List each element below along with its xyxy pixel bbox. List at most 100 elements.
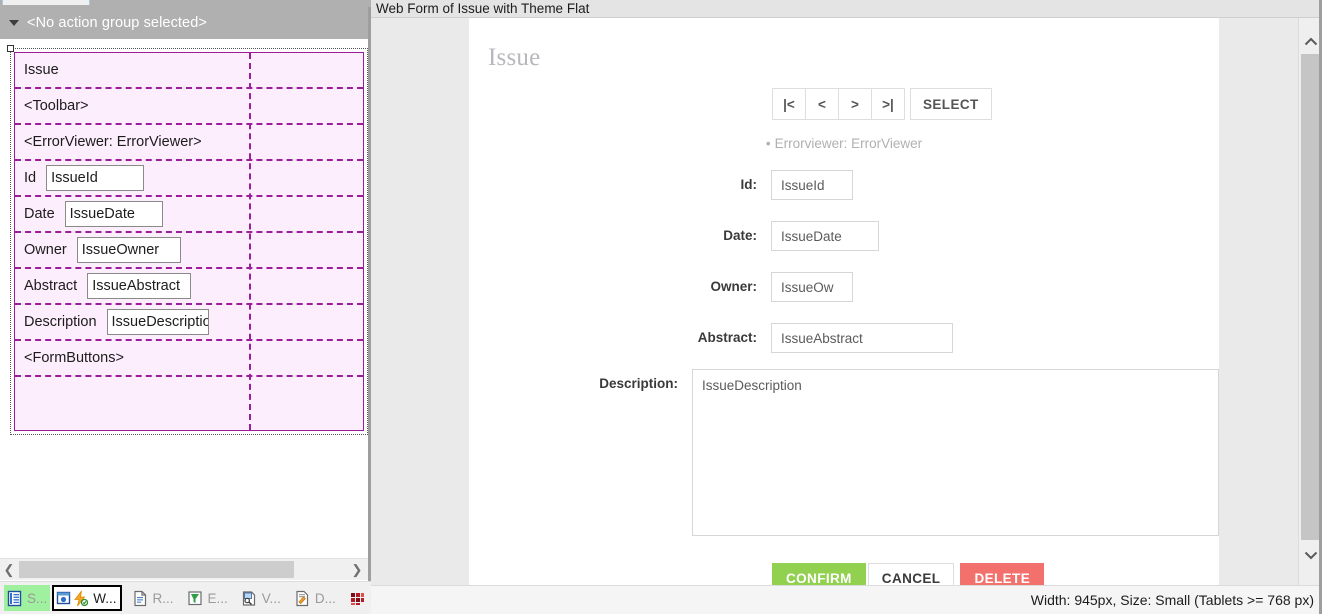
designer-row-formbuttons[interactable]: <FormButtons>: [15, 341, 363, 377]
field-control-date: IssueDate: [771, 221, 879, 251]
designer-row-description[interactable]: Description IssueDescription: [15, 305, 363, 341]
view-tab-entity[interactable]: E...: [185, 585, 231, 611]
field-label-abstract: Abstract:: [697, 330, 757, 345]
designer-row-owner[interactable]: Owner IssueOwner: [15, 233, 363, 269]
view-tab-label: D...: [314, 590, 336, 606]
field-control-owner: IssueOw: [771, 272, 853, 302]
designer-cell-label: Id: [24, 170, 37, 186]
field-row-date: Date: IssueDate: [469, 221, 1219, 251]
field-control-abstract: IssueAbstract: [771, 323, 953, 353]
field-label-id: Id:: [740, 177, 758, 192]
designer-cell-label: Issue: [24, 62, 59, 78]
field-row-abstract: Abstract: IssueAbstract: [469, 323, 1219, 353]
errorviewer-text: Errorviewer: ErrorViewer: [774, 136, 923, 151]
chevron-down-icon[interactable]: [9, 20, 19, 26]
designer-row-empty[interactable]: [15, 377, 363, 413]
description-textarea[interactable]: IssueDescription: [692, 369, 1219, 536]
designer-cell-label: <FormButtons>: [24, 350, 124, 366]
delete-button[interactable]: DELETE: [960, 563, 1045, 585]
designer-row-date[interactable]: Date IssueDate: [15, 197, 363, 233]
view-tab-report[interactable]: R...: [130, 585, 177, 611]
view-tab-label: V...: [261, 590, 281, 606]
preview-title: Web Form of Issue with Theme Flat: [376, 0, 590, 16]
designer-resize-handle[interactable]: [7, 45, 14, 52]
record-navigation-toolbar: |< < > >| SELECT: [772, 88, 992, 120]
web-form-icon: [56, 590, 73, 607]
source-document-icon: [6, 590, 23, 607]
designer-top-tab[interactable]: [2, 0, 90, 5]
date-input[interactable]: IssueDate: [771, 221, 879, 251]
designer-cell-label: <Toolbar>: [24, 98, 89, 114]
designer-row-toolbar[interactable]: <Toolbar>: [15, 89, 363, 125]
view-tab-label: S...: [27, 590, 48, 606]
designer-cell-label: Owner: [24, 242, 67, 258]
previous-record-button[interactable]: <: [805, 88, 839, 120]
confirm-button[interactable]: CONFIRM: [772, 563, 866, 585]
designer-layout-table[interactable]: Issue <Toolbar> <ErrorViewer: ErrorViewe…: [14, 52, 364, 431]
designer-row-abstract[interactable]: Abstract IssueAbstract: [15, 269, 363, 305]
form-heading: Issue: [488, 44, 541, 71]
designer-row-issue[interactable]: Issue: [15, 53, 363, 89]
view-tab-view[interactable]: V...: [239, 585, 284, 611]
form-action-buttons: CONFIRM CANCEL DELETE: [772, 563, 1045, 585]
field-label-owner: Owner:: [710, 279, 757, 294]
report-icon: [132, 590, 149, 607]
designer-horizontal-scrollbar[interactable]: ❮ ❯: [0, 558, 371, 580]
view-tab-source[interactable]: S...: [4, 585, 51, 611]
designer-form-container[interactable]: Issue <Toolbar> <ErrorViewer: ErrorViewe…: [7, 45, 368, 435]
field-control-description: IssueDescription: [692, 369, 1219, 536]
view-tab-bar: S... W... R... E... V... D...: [0, 581, 388, 614]
id-input[interactable]: IssueId: [771, 170, 853, 200]
palette-icon: [349, 590, 366, 607]
designer-cell-label: <ErrorViewer: ErrorViewer>: [24, 134, 202, 150]
web-form-preview-pane: Web Form of Issue with Theme Flat Issue …: [371, 0, 1322, 614]
designer-canvas[interactable]: Issue <Toolbar> <ErrorViewer: ErrorViewe…: [0, 39, 371, 558]
view-tab-label: W...: [93, 590, 117, 606]
field-row-owner: Owner: IssueOw: [469, 272, 1219, 302]
application-window: <No action group selected> Issue <Toolba…: [0, 0, 1322, 614]
designer-cell-label: Description: [24, 314, 97, 330]
designer-hscroll-thumb[interactable]: [19, 561, 294, 578]
next-record-button[interactable]: >: [838, 88, 872, 120]
view-tab-web-form[interactable]: W...: [52, 585, 122, 611]
designer-row-errorviewer[interactable]: <ErrorViewer: ErrorViewer>: [15, 125, 363, 161]
bullet-icon: •: [765, 136, 771, 151]
designer-row-id[interactable]: Id IssueId: [15, 161, 363, 197]
nav-button-group: |< < > >|: [772, 88, 905, 120]
last-record-button[interactable]: >|: [871, 88, 905, 120]
field-row-description: Description: IssueDescription: [469, 369, 1219, 536]
preview-title-bar: Web Form of Issue with Theme Flat: [371, 0, 1322, 18]
status-bar: Width: 945px, Size: Small (Tablets >= 76…: [371, 585, 1322, 614]
document-edit-icon: [294, 590, 311, 607]
lightning-bolt-icon: [72, 590, 89, 607]
field-control-id: IssueId: [771, 170, 853, 200]
owner-input[interactable]: IssueOw: [771, 272, 853, 302]
chevron-left-icon[interactable]: ❮: [0, 559, 18, 580]
preview-body[interactable]: Issue |< < > >| SELECT • Errorviewer: Err…: [371, 18, 1322, 585]
designer-cell-label: Abstract: [24, 278, 78, 294]
errorviewer-placeholder: • Errorviewer: ErrorViewer: [469, 136, 1219, 151]
chevron-right-icon[interactable]: ❯: [348, 559, 366, 580]
abstract-input[interactable]: IssueAbstract: [771, 323, 953, 353]
field-label-description: Description:: [599, 376, 678, 391]
designer-field-description[interactable]: IssueDescription: [106, 309, 209, 335]
designer-field-owner[interactable]: IssueOwner: [76, 237, 181, 263]
form-designer-pane: <No action group selected> Issue <Toolba…: [0, 0, 388, 614]
preview-vscroll-thumb[interactable]: [1301, 54, 1320, 540]
designer-field-abstract[interactable]: IssueAbstract: [87, 273, 192, 299]
view-tab-document[interactable]: D...: [292, 585, 339, 611]
view-icon: [241, 590, 258, 607]
designer-field-id[interactable]: IssueId: [46, 165, 145, 191]
select-button[interactable]: SELECT: [910, 88, 992, 120]
field-label-date: Date:: [723, 228, 757, 243]
entity-diagram-icon: [187, 590, 204, 607]
field-row-id: Id: IssueId: [469, 170, 1219, 200]
action-group-label: <No action group selected>: [27, 15, 207, 31]
action-group-bar[interactable]: <No action group selected>: [0, 7, 371, 39]
view-tab-label: R...: [152, 590, 174, 606]
view-tab-label: E...: [207, 590, 228, 606]
cancel-button[interactable]: CANCEL: [867, 563, 955, 585]
first-record-button[interactable]: |<: [772, 88, 806, 120]
status-bar-text: Width: 945px, Size: Small (Tablets >= 76…: [1030, 592, 1314, 608]
designer-field-date[interactable]: IssueDate: [64, 201, 163, 227]
